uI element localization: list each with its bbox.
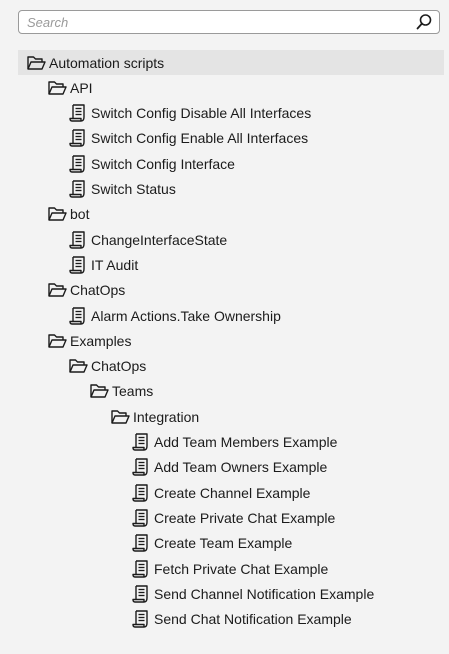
tree-folder-item[interactable]: bot: [18, 202, 444, 227]
tree-item-label: Integration: [133, 408, 200, 425]
folder-open-icon: [111, 409, 130, 424]
tree-item-label: Send Channel Notification Example: [154, 585, 375, 602]
tree-script-item[interactable]: Alarm Actions.Take Ownership: [18, 303, 444, 328]
tree-folder-item[interactable]: ChatOps: [18, 354, 444, 379]
tree-script-item[interactable]: Create Team Example: [18, 531, 444, 556]
tree-folder-item[interactable]: API: [18, 75, 444, 100]
script-icon: [69, 154, 85, 173]
tree-item-label: Switch Status: [91, 181, 176, 197]
tree-folder-item[interactable]: Automation scripts: [18, 50, 444, 75]
tree-script-item[interactable]: Add Team Owners Example: [18, 455, 444, 480]
folder-open-icon: [90, 384, 109, 399]
tree-script-item[interactable]: Switch Config Interface: [18, 151, 444, 176]
tree-item-label: Create Channel Example: [154, 484, 311, 501]
tree-script-item[interactable]: Fetch Private Chat Example: [18, 556, 444, 581]
tree-script-item[interactable]: Create Channel Example: [18, 480, 444, 505]
folder-open-icon: [27, 55, 46, 70]
folder-open-icon: [48, 283, 67, 297]
tree-item-label: Switch Config Disable All Interfaces: [91, 105, 312, 122]
tree-item-label: Create Private Chat Example: [154, 509, 336, 526]
script-icon: [69, 230, 85, 249]
tree-folder-item[interactable]: Teams: [18, 379, 444, 404]
tree-folder-item[interactable]: Integration: [18, 404, 444, 429]
tree-folder-item[interactable]: Examples: [18, 328, 444, 353]
tree-folder-item[interactable]: ChatOps: [18, 278, 444, 303]
tree-item-label: API: [70, 79, 93, 96]
tree-item-label: Examples: [70, 332, 132, 349]
search-icon[interactable]: [415, 13, 433, 31]
tree-script-item[interactable]: Send Chat Notification Example: [18, 607, 444, 632]
tree-item-label: Add Team Owners Example: [154, 459, 328, 476]
script-icon: [132, 433, 148, 451]
tree-item-label: Alarm Actions.Take Ownership: [91, 307, 281, 324]
script-icon: [69, 306, 85, 325]
tree-script-item[interactable]: Switch Status: [18, 177, 444, 202]
tree-script-item[interactable]: IT Audit: [18, 252, 444, 277]
script-icon: [132, 483, 148, 502]
folder-open-icon: [48, 207, 67, 221]
tree-item-label: Switch Config Interface: [91, 155, 235, 172]
script-icon: [132, 610, 148, 628]
tree-item-label: Fetch Private Chat Example: [154, 560, 329, 577]
script-icon: [132, 509, 148, 527]
folder-open-icon: [69, 359, 88, 373]
search-box[interactable]: [18, 10, 440, 34]
script-icon: [69, 104, 85, 122]
tree-item-label: Create Team Example: [154, 535, 293, 552]
tree-script-item[interactable]: Switch Config Enable All Interfaces: [18, 126, 444, 151]
script-icon: [69, 129, 85, 148]
tree-item-label: Automation scripts: [49, 54, 165, 71]
tree-script-item[interactable]: ChangeInterfaceState: [18, 227, 444, 252]
tree-script-item[interactable]: Create Private Chat Example: [18, 505, 444, 530]
tree-item-label: ChangeInterfaceState: [91, 231, 228, 248]
script-icon: [132, 585, 148, 603]
tree-item-label: ChatOps: [91, 358, 147, 375]
tree-item-label: Send Chat Notification Example: [154, 611, 352, 628]
script-icon: [69, 256, 85, 274]
tree-script-item[interactable]: Switch Config Disable All Interfaces: [18, 101, 444, 126]
tree-item-label: ChatOps: [70, 282, 126, 299]
script-icon: [132, 534, 148, 552]
tree-item-label: IT Audit: [91, 256, 139, 273]
folder-open-icon: [48, 334, 67, 348]
tree-item-label: Switch Config Enable All Interfaces: [91, 130, 309, 147]
script-icon: [69, 180, 85, 198]
script-icon: [132, 458, 148, 476]
tree-item-label: bot: [70, 206, 90, 223]
tree-script-item[interactable]: Send Channel Notification Example: [18, 581, 444, 606]
tree-script-item[interactable]: Add Team Members Example: [18, 430, 444, 455]
folder-open-icon: [48, 81, 67, 95]
tree-item-label: Teams: [112, 383, 154, 400]
tree-item-label: Add Team Members Example: [154, 434, 338, 450]
script-icon: [132, 559, 148, 578]
search-input[interactable]: [27, 11, 407, 33]
